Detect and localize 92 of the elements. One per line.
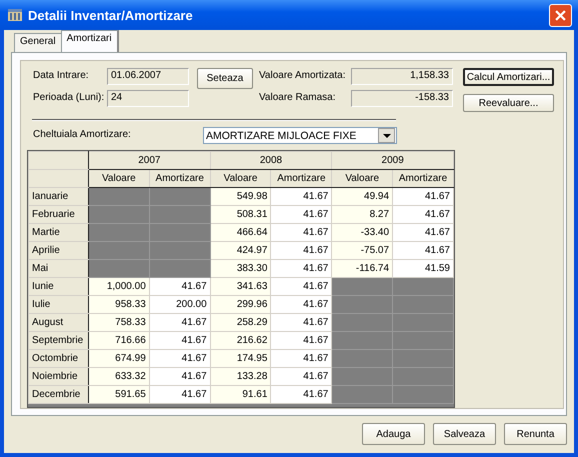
value-field[interactable]: -158.33 [351, 90, 453, 107]
table-cell: 41.67 [270, 314, 332, 332]
column-header: Amortizare [270, 170, 332, 188]
table-cell: 383.30 [210, 260, 271, 278]
table-cell: 41.67 [270, 242, 332, 260]
row-header: Noiembrie [28, 368, 88, 386]
column-header: Valoare [332, 170, 393, 188]
table-cell: 716.66 [88, 332, 150, 350]
table-cell: 41.67 [392, 206, 454, 224]
column-header: Amortizare [392, 170, 454, 188]
close-icon [555, 10, 566, 20]
row-header: August [28, 314, 88, 332]
table-cell: 41.67 [270, 278, 332, 296]
table-cell: 41.67 [149, 278, 210, 296]
table-cell: 41.67 [392, 224, 454, 242]
table-cell: 466.64 [210, 224, 271, 242]
tab[interactable]: Amortizari [60, 30, 119, 52]
field-label: Perioada (Luni): [33, 91, 106, 103]
row-header: Martie [28, 224, 88, 242]
row-header: Septembrie [28, 332, 88, 350]
window-title: Detalii Inventar/Amortizare [28, 8, 194, 22]
table-cell: 341.63 [210, 278, 271, 296]
column-header: 2009 [332, 152, 454, 170]
row-header: Mai [28, 260, 88, 278]
table-cell: 633.32 [88, 368, 150, 386]
row-header: Ianuarie [28, 188, 88, 206]
table-cell: 591.65 [88, 386, 150, 404]
row-header: Iulie [28, 296, 88, 314]
column-header: 2007 [88, 152, 210, 170]
dialog-button[interactable]: Salveaza [433, 423, 496, 445]
date-field[interactable]: 01.06.2007 [107, 68, 189, 85]
table-cell: 41.67 [149, 368, 210, 386]
table-cell: 299.96 [210, 296, 271, 314]
table-cell: 549.98 [210, 188, 271, 206]
table-cell: 41.67 [270, 188, 332, 206]
table-cell: 41.67 [149, 314, 210, 332]
field-label: Valoare Ramasa: [259, 91, 337, 103]
table-cell: 41.67 [270, 386, 332, 404]
table-cell: 41.67 [270, 260, 332, 278]
table-cell: 41.67 [270, 332, 332, 350]
row-header: Iunie [28, 278, 88, 296]
table-cell: -33.40 [332, 224, 393, 242]
table-cell: 41.67 [270, 206, 332, 224]
table-cell: 41.67 [270, 350, 332, 368]
table-cell: 200.00 [149, 296, 210, 314]
caret-icon [382, 134, 390, 138]
table-cell: 1,000.00 [88, 278, 150, 296]
table-cell: 258.29 [210, 314, 271, 332]
table-cell: 133.28 [210, 368, 271, 386]
table-cell: 41.67 [270, 368, 332, 386]
table-cell: 91.61 [210, 386, 271, 404]
value-field[interactable]: 1,158.33 [351, 68, 453, 85]
row-header: Aprilie [28, 242, 88, 260]
table-cell: 41.67 [149, 386, 210, 404]
table-cell: 49.94 [332, 188, 393, 206]
row-header: Octombrie [28, 350, 88, 368]
row-header: Februarie [28, 206, 88, 224]
expense-dropdown[interactable]: AMORTIZARE MIJLOACE FIXE [203, 127, 397, 144]
column-header: Valoare [210, 170, 271, 188]
app-icon [7, 7, 23, 23]
table-cell: 958.33 [88, 296, 150, 314]
tab[interactable]: General [14, 33, 62, 52]
table-cell: 174.95 [210, 350, 271, 368]
field-label: Cheltuiala Amortizare: [33, 128, 132, 140]
table-cell: 216.62 [210, 332, 271, 350]
field-label: Valoare Amortizata: [259, 69, 347, 81]
calculate-button[interactable]: Calcul Amortizari... [463, 68, 554, 86]
table-cell: 41.67 [270, 224, 332, 242]
table-cell: 41.67 [149, 350, 210, 368]
table-cell: 41.67 [392, 188, 454, 206]
period-field[interactable]: 24 [107, 90, 189, 107]
table-cell: -116.74 [332, 260, 393, 278]
column-header: Amortizare [149, 170, 210, 188]
table-cell: 758.33 [88, 314, 150, 332]
column-header: 2008 [210, 152, 332, 170]
table-cell: 41.67 [392, 242, 454, 260]
row-header: Decembrie [28, 386, 88, 404]
table-cell: 41.67 [270, 296, 332, 314]
column-header: Valoare [88, 170, 150, 188]
table-cell: 508.31 [210, 206, 271, 224]
dialog-button[interactable]: Adauga [362, 423, 425, 445]
set-button[interactable]: Seteaza [197, 68, 253, 89]
dialog-button[interactable]: Renunta [504, 423, 567, 445]
table-cell: -75.07 [332, 242, 393, 260]
table-cell: 41.59 [392, 260, 454, 278]
revaluate-button[interactable]: Reevaluare... [463, 94, 554, 112]
table-cell: 8.27 [332, 206, 393, 224]
table-cell: 424.97 [210, 242, 271, 260]
table-cell: 674.99 [88, 350, 150, 368]
close-button[interactable] [549, 4, 572, 26]
field-label: Data Intrare: [33, 69, 90, 81]
table-cell: 41.67 [149, 332, 210, 350]
